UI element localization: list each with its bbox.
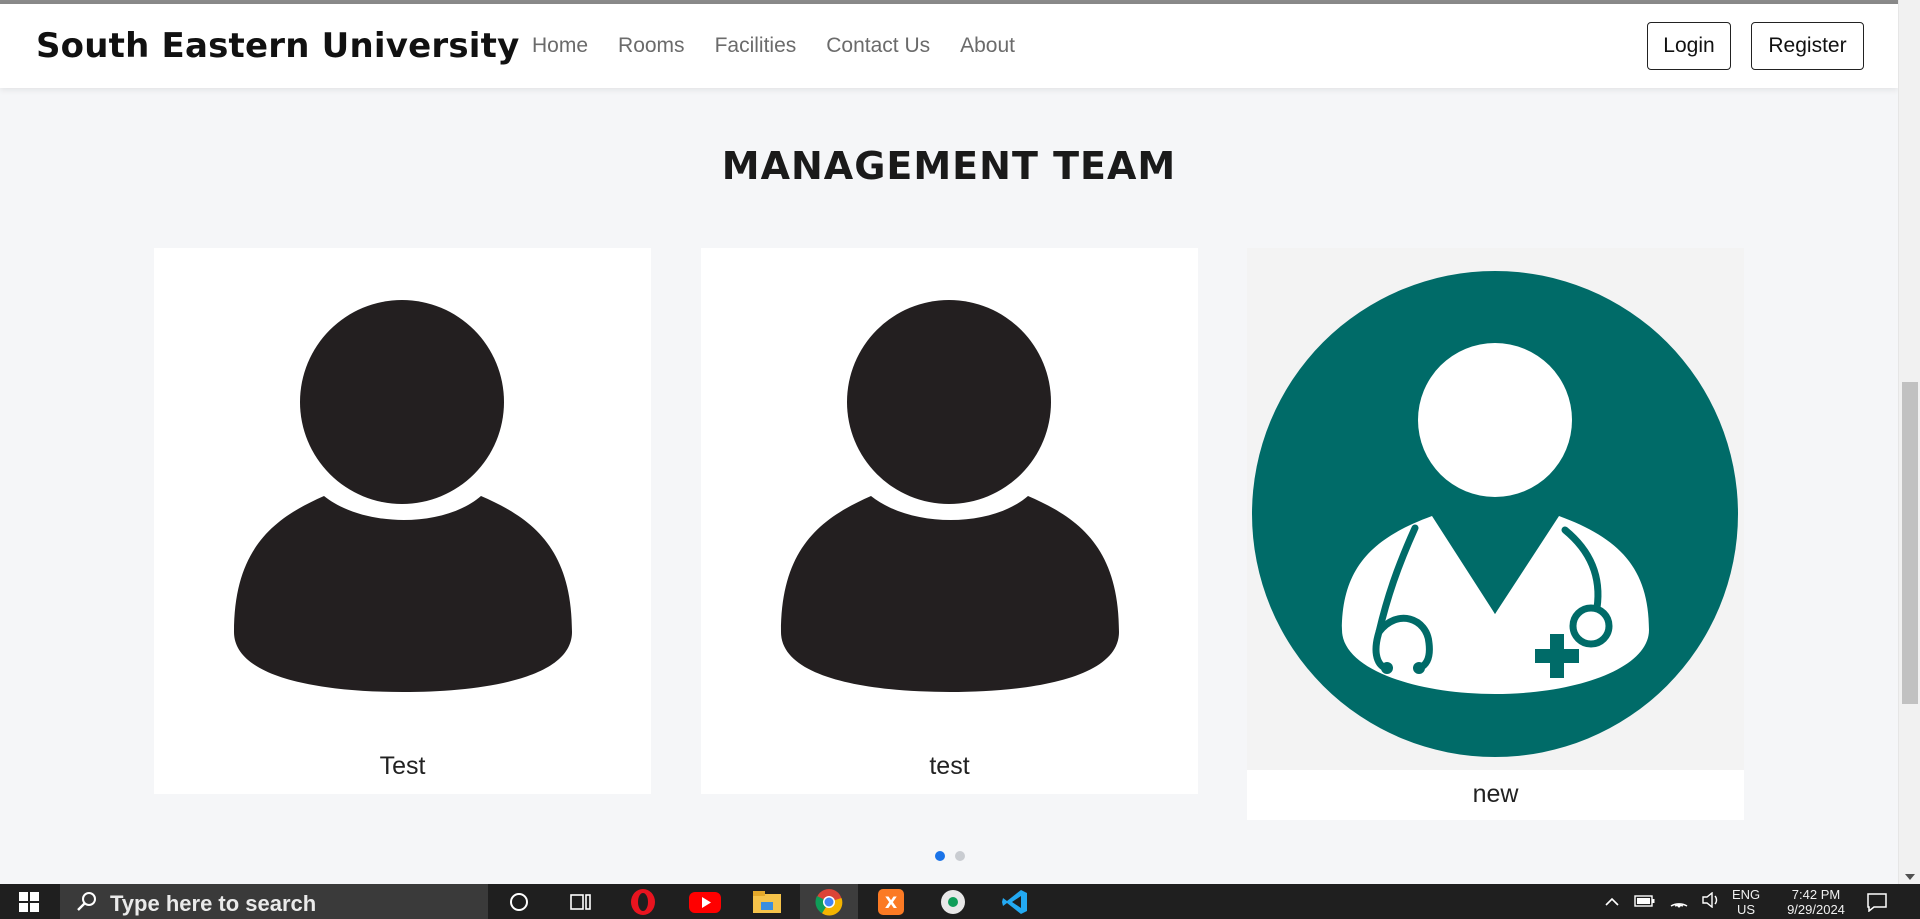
- carousel-dot-1[interactable]: [935, 851, 945, 861]
- volume-icon[interactable]: [1702, 891, 1722, 912]
- nav-link-contact-us[interactable]: Contact Us: [826, 34, 930, 58]
- nav-links: Home Rooms Facilities Contact Us About: [532, 34, 1015, 58]
- nav-link-home[interactable]: Home: [532, 34, 588, 58]
- file-explorer-icon[interactable]: [738, 884, 796, 919]
- svg-text:X: X: [885, 893, 898, 912]
- person-silhouette-icon: [701, 248, 1198, 698]
- taskbar-search[interactable]: Type here to search: [60, 884, 488, 919]
- register-button[interactable]: Register: [1751, 22, 1864, 70]
- cortana-icon[interactable]: [490, 884, 548, 919]
- scroll-down-arrow-icon[interactable]: [1905, 874, 1915, 880]
- task-view-icon[interactable]: [552, 884, 610, 919]
- chrome-alt-icon[interactable]: [924, 884, 982, 919]
- nav-link-facilities[interactable]: Facilities: [715, 34, 797, 58]
- search-icon: [76, 890, 98, 916]
- chevron-up-icon[interactable]: [1604, 892, 1620, 911]
- page-scrollbar[interactable]: [1898, 0, 1920, 884]
- nav-link-about[interactable]: About: [960, 34, 1015, 58]
- team-card[interactable]: Test: [154, 248, 651, 794]
- navbar: South Eastern University Home Rooms Faci…: [0, 4, 1898, 88]
- xampp-icon[interactable]: X: [862, 884, 920, 919]
- lang-line-1: ENG: [1732, 886, 1761, 902]
- nav-link-rooms[interactable]: Rooms: [618, 34, 685, 58]
- clock-date: 9/29/2024: [1787, 901, 1845, 917]
- login-button[interactable]: Login: [1647, 22, 1731, 70]
- language-indicator[interactable]: ENG US: [1732, 884, 1760, 919]
- battery-icon[interactable]: [1634, 892, 1656, 911]
- vscode-icon[interactable]: [986, 884, 1044, 919]
- brand-title[interactable]: South Eastern University: [36, 26, 519, 66]
- carousel-indicators: [935, 851, 965, 861]
- team-card[interactable]: new: [1247, 248, 1744, 820]
- windows-taskbar: Type here to search X ENG US 7:42 PM 9/2…: [0, 884, 1920, 919]
- lang-line-2: US: [1737, 901, 1756, 917]
- clock[interactable]: 7:42 PM 9/29/2024: [1776, 884, 1856, 919]
- team-member-name: new: [1472, 780, 1519, 808]
- opera-icon[interactable]: [614, 884, 672, 919]
- chrome-icon[interactable]: [800, 884, 858, 919]
- carousel-dot-2[interactable]: [955, 851, 965, 861]
- doctor-icon: [1247, 248, 1744, 770]
- system-tray: [1604, 884, 1722, 919]
- wifi-icon[interactable]: [1670, 892, 1688, 912]
- team-card[interactable]: test: [701, 248, 1198, 794]
- windows-start-icon[interactable]: [0, 884, 58, 919]
- scrollbar-thumb[interactable]: [1902, 382, 1918, 704]
- youtube-icon[interactable]: [676, 884, 734, 919]
- team-member-name: Test: [379, 752, 426, 780]
- team-member-name: test: [929, 752, 970, 780]
- clock-time: 7:42 PM: [1791, 886, 1841, 902]
- person-silhouette-icon: [154, 248, 651, 698]
- section-title: MANAGEMENT TEAM: [721, 144, 1177, 188]
- search-placeholder: Type here to search: [110, 891, 317, 916]
- notification-icon[interactable]: [1866, 884, 1888, 919]
